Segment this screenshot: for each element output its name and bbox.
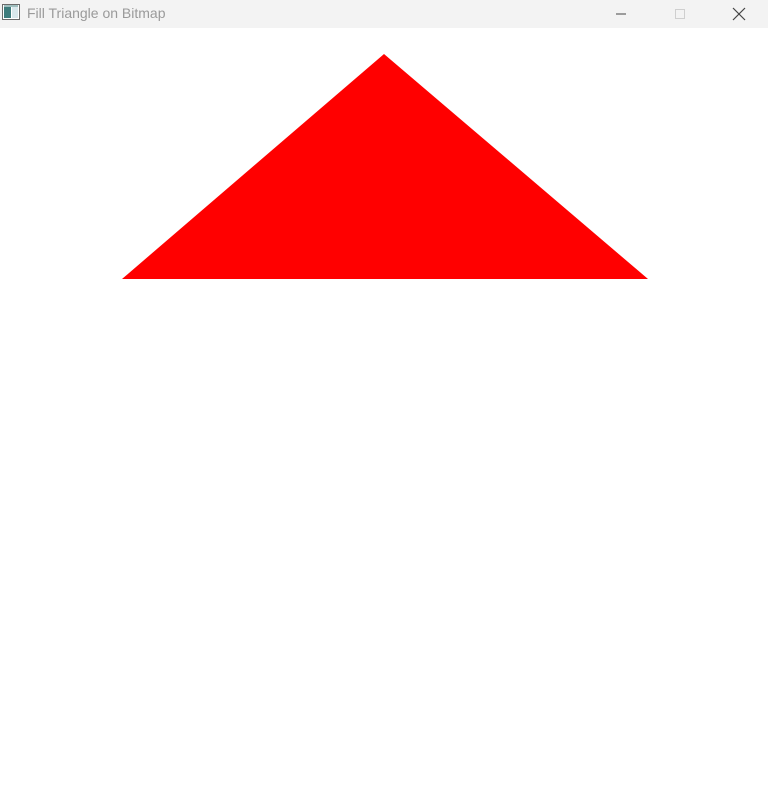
window-app-icon <box>2 4 20 20</box>
maximize-button[interactable] <box>657 0 703 28</box>
maximize-icon <box>675 9 685 19</box>
minimize-button[interactable] <box>598 0 644 28</box>
window-title: Fill Triangle on Bitmap <box>27 5 166 21</box>
bitmap-client-area <box>0 28 768 801</box>
close-button[interactable] <box>716 0 762 28</box>
app-window: Fill Triangle on Bitmap <box>0 0 768 801</box>
minimize-icon <box>616 13 626 15</box>
title-bar[interactable]: Fill Triangle on Bitmap <box>0 0 768 28</box>
close-icon <box>732 7 746 21</box>
filled-triangle <box>122 54 648 279</box>
bitmap-canvas <box>122 54 648 279</box>
